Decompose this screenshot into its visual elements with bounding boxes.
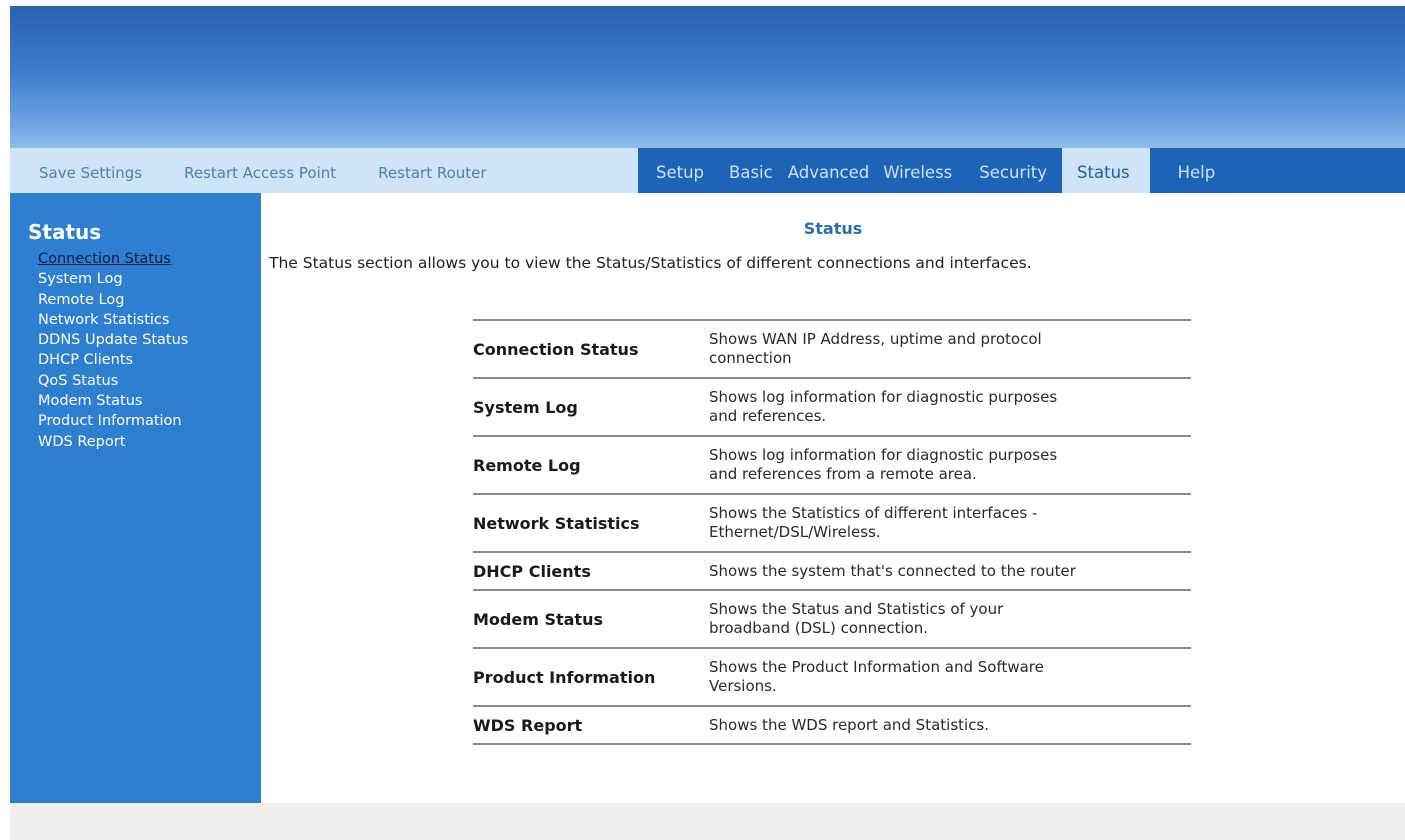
row-name: Network Statistics xyxy=(473,493,709,552)
row-description-line: and references. xyxy=(709,407,827,425)
row-description-line: Shows the system that's connected to the… xyxy=(709,561,1076,580)
sidebar-item-connection-status[interactable]: Connection Status xyxy=(38,249,188,269)
row-description-line: Shows the Status and Statistics of your xyxy=(709,600,1004,618)
table-row: Network Statistics Shows the Statistics … xyxy=(473,493,1191,552)
row-description-line: Ethernet/DSL/Wireless. xyxy=(709,523,881,541)
row-description-line: Shows the WDS report and Statistics. xyxy=(709,715,990,734)
sidebar-item-qos-status[interactable]: QoS Status xyxy=(38,371,188,391)
row-description-line: Versions. xyxy=(709,677,777,695)
sidebar-item-ddns-update-status[interactable]: DDNS Update Status xyxy=(38,330,188,350)
row-description: Shows the Statistics of different interf… xyxy=(709,493,1191,552)
tab-status[interactable]: Status xyxy=(1062,148,1150,193)
footer-bar xyxy=(10,803,1405,840)
tab-help[interactable]: Help xyxy=(1150,148,1226,193)
intro-text: The Status section allows you to view th… xyxy=(269,254,1032,272)
table-row: System Log Shows log information for dia… xyxy=(473,377,1191,436)
restart-access-point-link[interactable]: Restart Access Point xyxy=(184,160,336,182)
tab-security[interactable]: Security xyxy=(964,148,1062,193)
tab-advanced[interactable]: Advanced xyxy=(783,148,882,193)
row-description: Shows WAN IP Address, uptime and protoco… xyxy=(709,319,1191,378)
row-description: Shows the system that's connected to the… xyxy=(709,551,1191,590)
table-row: Connection Status Shows WAN IP Address, … xyxy=(473,319,1191,378)
router-admin-page: Save Settings Restart Access Point Resta… xyxy=(10,6,1405,840)
row-description-line: and references from a remote area. xyxy=(709,465,977,483)
row-description-line: Shows log information for diagnostic pur… xyxy=(709,446,1058,464)
row-description-line: Shows the Product Information and Softwa… xyxy=(709,658,1044,676)
row-description-line: connection xyxy=(709,349,792,367)
table-row: WDS Report Shows the WDS report and Stat… xyxy=(473,705,1191,745)
sidebar-item-dhcp-clients[interactable]: DHCP Clients xyxy=(38,350,188,370)
row-description: Shows log information for diagnostic pur… xyxy=(709,377,1191,436)
sidebar-menu: Connection Status System Log Remote Log … xyxy=(38,249,188,452)
row-description-line: Shows WAN IP Address, uptime and protoco… xyxy=(709,330,1042,348)
sidebar: Status Connection Status System Log Remo… xyxy=(10,193,261,803)
main-content: Status The Status section allows you to … xyxy=(261,193,1405,803)
table-row: Product Information Shows the Product In… xyxy=(473,647,1191,706)
sidebar-item-wds-report[interactable]: WDS Report xyxy=(38,432,188,452)
row-description: Shows the Status and Statistics of your … xyxy=(709,589,1191,648)
row-name: Modem Status xyxy=(473,589,709,648)
tab-basic[interactable]: Basic xyxy=(719,148,783,193)
row-description: Shows log information for diagnostic pur… xyxy=(709,435,1191,494)
row-name: Product Information xyxy=(473,647,709,706)
restart-router-link[interactable]: Restart Router xyxy=(378,160,486,182)
tab-setup[interactable]: Setup xyxy=(638,148,719,193)
row-description-line: broadband (DSL) connection. xyxy=(709,619,929,637)
row-name: WDS Report xyxy=(473,705,709,745)
table-row: Remote Log Shows log information for dia… xyxy=(473,435,1191,494)
table-row: DHCP Clients Shows the system that's con… xyxy=(473,551,1191,590)
sidebar-item-system-log[interactable]: System Log xyxy=(38,269,188,289)
sidebar-item-modem-status[interactable]: Modem Status xyxy=(38,391,188,411)
row-name: Connection Status xyxy=(473,319,709,378)
sidebar-item-product-information[interactable]: Product Information xyxy=(38,411,188,431)
action-links: Save Settings Restart Access Point Resta… xyxy=(10,148,638,193)
row-name: System Log xyxy=(473,377,709,436)
sidebar-item-network-statistics[interactable]: Network Statistics xyxy=(38,310,188,330)
row-description: Shows the Product Information and Softwa… xyxy=(709,647,1191,706)
row-name: Remote Log xyxy=(473,435,709,494)
header-banner xyxy=(10,6,1405,148)
top-navigation: Save Settings Restart Access Point Resta… xyxy=(10,148,1405,193)
row-description-line: Shows the Statistics of different interf… xyxy=(709,504,1038,522)
save-settings-link[interactable]: Save Settings xyxy=(39,160,142,182)
table-row: Modem Status Shows the Status and Statis… xyxy=(473,589,1191,648)
row-name: DHCP Clients xyxy=(473,551,709,590)
tab-wireless[interactable]: Wireless xyxy=(881,148,964,193)
main-tabs: Setup Basic Advanced Wireless Security S… xyxy=(638,148,1405,193)
sidebar-title: Status xyxy=(28,220,102,244)
status-table: Connection Status Shows WAN IP Address, … xyxy=(473,319,1191,745)
row-description-line: Shows log information for diagnostic pur… xyxy=(709,388,1058,406)
row-description: Shows the WDS report and Statistics. xyxy=(709,705,1191,745)
sidebar-item-remote-log[interactable]: Remote Log xyxy=(38,290,188,310)
page-title: Status xyxy=(803,219,863,238)
